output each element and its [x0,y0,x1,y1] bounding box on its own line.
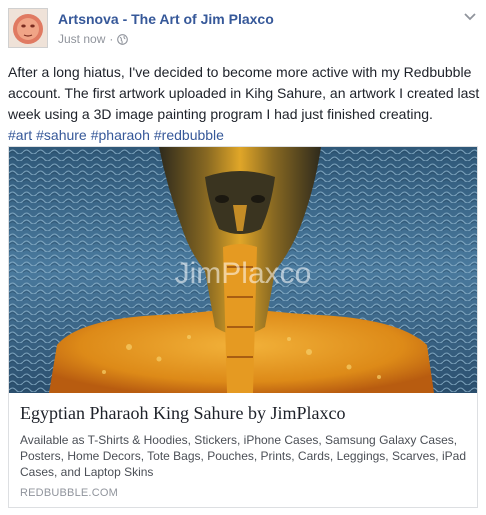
link-preview-domain: REDBUBBLE.COM [20,487,118,499]
chevron-down-icon [464,13,476,21]
post-message: After a long hiatus, I've decided to bec… [8,62,480,146]
watermark-text: JimPlaxco [175,257,312,290]
link-preview-title[interactable]: Egyptian Pharaoh King Sahure by JimPlaxc… [20,403,468,424]
meta-separator: · [109,32,114,46]
page-name-link[interactable]: Artsnova - The Art of Jim Plaxco [58,11,274,27]
post-meta: Just now · [58,32,129,46]
globe-icon[interactable] [117,33,129,45]
hashtag-list: #art #sahure #pharaoh #redbubble [8,125,480,146]
hashtag-link[interactable]: #pharaoh [91,127,150,143]
hashtag-link[interactable]: #art [8,127,32,143]
link-preview-card[interactable]: JimPlaxco Egyptian Pharaoh King Sahure b… [8,146,478,508]
link-preview-image[interactable]: JimPlaxco [9,147,477,393]
hashtag-link[interactable]: #redbubble [154,127,224,143]
page-avatar[interactable] [8,8,48,48]
post-body-text: After a long hiatus, I've decided to bec… [8,64,480,122]
facebook-post: Artsnova - The Art of Jim Plaxco Just no… [0,0,486,515]
post-timestamp[interactable]: Just now [58,32,105,46]
post-menu-button[interactable] [462,10,478,24]
hashtag-link[interactable]: #sahure [36,127,87,143]
link-preview-description: Available as T-Shirts & Hoodies, Sticker… [20,433,466,479]
